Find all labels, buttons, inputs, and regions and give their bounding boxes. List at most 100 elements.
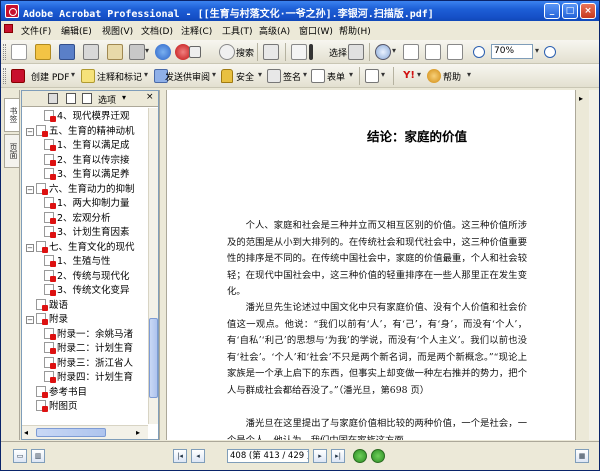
bookmark-item[interactable]: 1、生育以满足成 xyxy=(44,139,130,152)
help-button[interactable]: 帮助 xyxy=(443,70,461,83)
zoom-level-input[interactable]: 70% xyxy=(491,44,533,59)
send-review-button[interactable]: 发送供审阅 xyxy=(165,70,210,83)
chevron-down-icon[interactable]: ▾ xyxy=(144,70,148,79)
security-button[interactable]: 安全 xyxy=(236,70,254,83)
bookmark-item[interactable]: 3、计划生育因素 xyxy=(44,226,130,239)
menu-file[interactable]: 文件(F) xyxy=(21,24,51,37)
sign-pen-icon[interactable] xyxy=(267,69,281,83)
tab-bookmarks[interactable]: 书签 xyxy=(4,98,19,132)
chevron-down-icon[interactable]: ▾ xyxy=(381,70,385,79)
menu-comments[interactable]: 注释(C) xyxy=(181,24,212,37)
next-page-button[interactable]: ▸ xyxy=(313,449,327,463)
forms-icon[interactable] xyxy=(311,69,325,83)
chevron-down-icon[interactable]: ▾ xyxy=(122,93,126,102)
bookmark-item[interactable]: 2、生育以传宗接 xyxy=(44,153,130,167)
scroll-left-icon[interactable]: ◂ xyxy=(24,428,28,437)
menu-help[interactable]: 帮助(H) xyxy=(339,24,371,37)
next-view-button[interactable] xyxy=(371,449,385,463)
layout-icon[interactable]: ▭ xyxy=(13,449,27,463)
new-document-icon[interactable] xyxy=(11,44,27,60)
fit-width-icon[interactable] xyxy=(447,44,463,60)
page-number-input[interactable]: 408 (第 413 / 429 页) xyxy=(227,449,309,463)
help-icon[interactable] xyxy=(427,69,441,83)
bookmark-item[interactable]: 2、传统与现代化 xyxy=(44,269,130,283)
acrobat-logo-icon[interactable] xyxy=(5,4,19,18)
print-icon[interactable] xyxy=(83,44,99,60)
new-bookmark-icon[interactable] xyxy=(66,93,76,104)
menu-document[interactable]: 文档(D) xyxy=(141,24,173,37)
minimize-button[interactable]: _ xyxy=(544,3,560,19)
comment-note-icon[interactable] xyxy=(81,69,95,83)
bookmark-item[interactable]: 附图页 xyxy=(26,400,78,413)
chevron-down-icon[interactable]: ▾ xyxy=(71,70,75,79)
snapshot-tool-icon[interactable] xyxy=(348,44,364,60)
bookmark-item[interactable]: 1、生殖与性 xyxy=(44,255,111,268)
bookmark-options-menu[interactable]: 选项 xyxy=(98,93,116,106)
attach-clip-icon[interactable] xyxy=(129,44,145,60)
delete-bookmark-icon[interactable] xyxy=(48,93,58,104)
search-icon[interactable] xyxy=(219,44,235,60)
chevron-down-icon[interactable]: ▾ xyxy=(349,70,353,79)
document-vertical-scrollbar[interactable] xyxy=(589,90,599,440)
lock-icon[interactable] xyxy=(221,69,233,83)
bookmark-item[interactable]: 跋语 xyxy=(26,298,68,312)
create-pdf-button[interactable]: 创建 PDF xyxy=(31,70,69,83)
layout-toggle-icon[interactable]: ▥ xyxy=(31,449,45,463)
pane-splitter[interactable] xyxy=(159,90,167,440)
menu-window[interactable]: 窗口(W) xyxy=(299,24,333,37)
zoom-in-icon[interactable] xyxy=(375,44,391,60)
select-label[interactable]: 选择 xyxy=(329,46,347,59)
menu-tools[interactable]: 工具(T) xyxy=(222,24,253,37)
menu-view[interactable]: 视图(V) xyxy=(102,24,133,37)
chevron-down-icon[interactable]: ▾ xyxy=(467,70,471,79)
organizer-icon[interactable] xyxy=(155,44,171,60)
chevron-down-icon[interactable]: ▾ xyxy=(535,46,539,55)
open-folder-icon[interactable] xyxy=(35,44,51,60)
expand-toggle-icon[interactable]: − xyxy=(26,243,34,252)
pages-icon[interactable] xyxy=(365,69,379,83)
text-cursor-icon[interactable] xyxy=(309,44,313,60)
previous-view-button[interactable] xyxy=(353,449,367,463)
actual-size-icon[interactable] xyxy=(403,44,419,60)
maximize-button[interactable]: □ xyxy=(562,3,578,19)
page-layout-icon[interactable]: ▦ xyxy=(575,449,589,463)
bookmark-item[interactable]: 附录二：计划生育 xyxy=(44,342,133,355)
bookmark-item[interactable]: 附录三：浙江省人 xyxy=(44,356,133,370)
expand-toggle-icon[interactable]: − xyxy=(26,185,34,194)
zoom-out-icon[interactable] xyxy=(473,46,485,58)
bookmarks-horizontal-scrollbar[interactable]: ◂ ▸ xyxy=(22,425,148,439)
yahoo-icon[interactable]: Y! xyxy=(401,69,417,83)
bookmark-item[interactable]: 4、现代模界迁观 xyxy=(44,110,130,123)
snapshot-icon[interactable] xyxy=(189,46,201,58)
scrollbar-thumb[interactable] xyxy=(36,428,106,437)
email-icon[interactable] xyxy=(107,44,123,60)
expand-toggle-icon[interactable]: − xyxy=(26,127,34,136)
sign-button[interactable]: 签名 xyxy=(283,70,301,83)
create-pdf-icon[interactable] xyxy=(11,69,25,83)
print-setup-icon[interactable] xyxy=(263,44,279,60)
hand-tool-icon[interactable] xyxy=(291,44,307,60)
chevron-down-icon[interactable]: ▾ xyxy=(258,70,262,79)
previous-page-button[interactable]: ◂ xyxy=(191,449,205,463)
bookmark-item[interactable]: 附录四：计划生育 xyxy=(44,371,133,384)
bookmark-item[interactable]: 3、生育以满足养 xyxy=(44,168,130,181)
expand-bookmark-icon[interactable] xyxy=(82,93,92,104)
search-label[interactable]: 搜索 xyxy=(236,46,254,59)
bookmark-item[interactable]: − 六、生育动力的抑制 xyxy=(26,182,135,196)
bookmarks-vertical-scrollbar[interactable] xyxy=(148,108,158,424)
document-view[interactable]: 结论：家庭的价值 个人、家庭和社会是三种并立而又相互区别的价值。这三种价值所涉及… xyxy=(167,90,575,440)
bookmark-item[interactable]: 1、两大抑制力量 xyxy=(44,197,130,210)
last-page-button[interactable]: ▸| xyxy=(331,449,345,463)
menu-advanced[interactable]: 高级(A) xyxy=(259,24,290,37)
bookmark-item[interactable]: − 附录 xyxy=(26,313,68,326)
expand-toggle-icon[interactable]: − xyxy=(26,316,34,324)
close-button[interactable]: × xyxy=(580,3,596,19)
title-bar[interactable]: Adobe Acrobat Professional - [[生育与村落文化·一… xyxy=(1,1,599,21)
bookmark-item[interactable]: 参考书目 xyxy=(26,385,87,399)
forms-button[interactable]: 表单 xyxy=(327,70,345,83)
tab-pages[interactable]: 页面 xyxy=(4,134,19,168)
menu-edit[interactable]: 编辑(E) xyxy=(61,24,92,37)
menu-doc-icon[interactable] xyxy=(4,24,15,35)
bookmark-item[interactable]: 附录一：余姚马渚 xyxy=(44,327,133,341)
close-pane-icon[interactable]: × xyxy=(146,92,154,102)
